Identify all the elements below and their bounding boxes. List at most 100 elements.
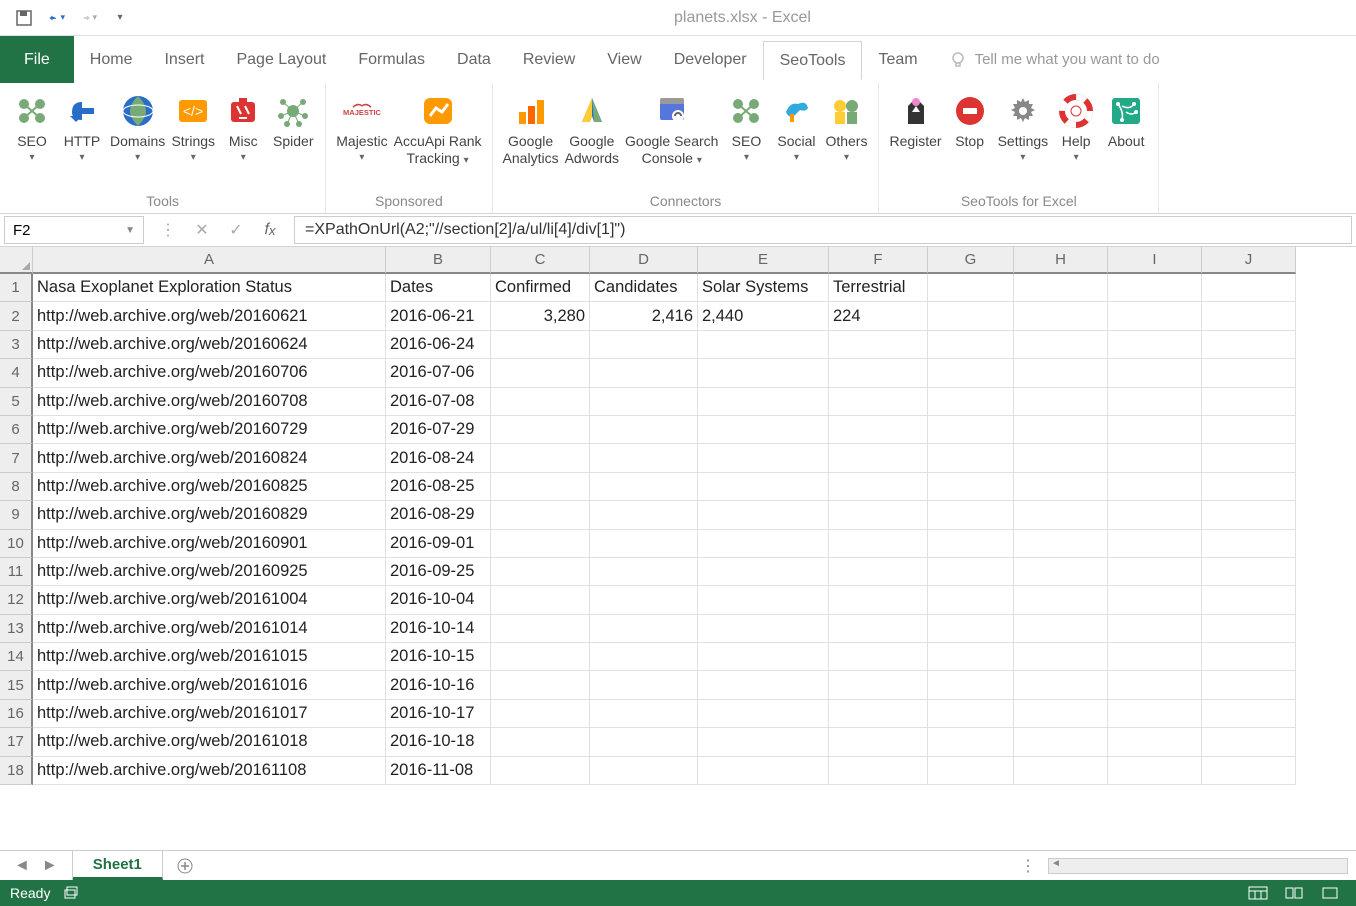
cell[interactable] <box>1014 473 1108 501</box>
tell-me-search[interactable]: Tell me what you want to do <box>949 51 1160 69</box>
cell[interactable] <box>928 586 1014 614</box>
cell[interactable] <box>928 643 1014 671</box>
col-header-B[interactable]: B <box>386 247 491 274</box>
cell[interactable]: http://web.archive.org/web/20160621 <box>33 302 386 330</box>
cell[interactable]: http://web.archive.org/web/20160708 <box>33 388 386 416</box>
cell[interactable] <box>590 473 698 501</box>
cell[interactable]: 2016-09-25 <box>386 558 491 586</box>
cell[interactable] <box>1202 700 1296 728</box>
cell[interactable] <box>590 757 698 785</box>
cell[interactable] <box>491 530 590 558</box>
cell[interactable]: 2016-10-18 <box>386 728 491 756</box>
cell[interactable] <box>928 359 1014 387</box>
col-header-I[interactable]: I <box>1108 247 1202 274</box>
cell[interactable]: 2016-10-16 <box>386 671 491 699</box>
cell[interactable] <box>1202 501 1296 529</box>
col-header-G[interactable]: G <box>928 247 1014 274</box>
cell[interactable] <box>491 643 590 671</box>
cell[interactable] <box>491 388 590 416</box>
tab-developer[interactable]: Developer <box>658 40 763 79</box>
row-header-5[interactable]: 5 <box>0 388 33 416</box>
col-header-J[interactable]: J <box>1202 247 1296 274</box>
cell[interactable] <box>1108 700 1202 728</box>
cell[interactable]: 2016-07-06 <box>386 359 491 387</box>
tab-review[interactable]: Review <box>507 40 591 79</box>
ribbon-strings[interactable]: </>Strings▾ <box>169 87 217 167</box>
cell[interactable]: http://web.archive.org/web/20161018 <box>33 728 386 756</box>
cell[interactable] <box>928 501 1014 529</box>
cell[interactable]: Nasa Exoplanet Exploration Status <box>33 274 386 302</box>
cell[interactable]: Candidates <box>590 274 698 302</box>
sheet-tab-sheet1[interactable]: Sheet1 <box>73 851 163 880</box>
cell[interactable] <box>829 473 928 501</box>
cell[interactable] <box>491 558 590 586</box>
cell[interactable] <box>698 558 829 586</box>
cell[interactable] <box>1202 643 1296 671</box>
cell[interactable] <box>928 558 1014 586</box>
cell[interactable]: http://web.archive.org/web/20161014 <box>33 615 386 643</box>
cell[interactable] <box>1014 416 1108 444</box>
cell[interactable] <box>1108 473 1202 501</box>
cell[interactable] <box>1202 359 1296 387</box>
cell[interactable] <box>1202 274 1296 302</box>
cell[interactable]: 2016-08-25 <box>386 473 491 501</box>
cell[interactable] <box>698 444 829 472</box>
cell[interactable] <box>1108 671 1202 699</box>
cell[interactable] <box>698 615 829 643</box>
cell[interactable] <box>698 359 829 387</box>
cell[interactable] <box>1014 700 1108 728</box>
cell[interactable] <box>829 359 928 387</box>
cell[interactable]: 2016-10-15 <box>386 643 491 671</box>
ribbon-domains[interactable]: Domains▾ <box>108 87 167 167</box>
ribbon-misc[interactable]: Misc▾ <box>219 87 267 167</box>
cell[interactable]: 2016-08-24 <box>386 444 491 472</box>
cell[interactable] <box>1014 615 1108 643</box>
cell[interactable] <box>1014 586 1108 614</box>
cell[interactable] <box>1014 728 1108 756</box>
cell[interactable] <box>590 700 698 728</box>
file-tab[interactable]: File <box>0 36 74 83</box>
ribbon-majestic[interactable]: MAJESTICMajestic▾ <box>334 87 389 167</box>
row-header-18[interactable]: 18 <box>0 757 33 785</box>
cell[interactable]: 3,280 <box>491 302 590 330</box>
cell[interactable] <box>698 473 829 501</box>
cell[interactable] <box>590 728 698 756</box>
cell[interactable] <box>928 331 1014 359</box>
redo-icon[interactable]: ▾ <box>79 9 97 27</box>
col-header-H[interactable]: H <box>1014 247 1108 274</box>
horizontal-scrollbar[interactable] <box>1048 858 1348 874</box>
cell[interactable] <box>829 530 928 558</box>
cell[interactable] <box>928 274 1014 302</box>
cell[interactable] <box>928 615 1014 643</box>
cell[interactable] <box>829 416 928 444</box>
cell[interactable] <box>1014 671 1108 699</box>
ribbon-google-search-console[interactable]: Google SearchConsole ▾ <box>623 87 720 171</box>
cell[interactable] <box>928 671 1014 699</box>
tab-seotools[interactable]: SeoTools <box>763 41 863 80</box>
cell[interactable] <box>928 444 1014 472</box>
col-header-D[interactable]: D <box>590 247 698 274</box>
cell[interactable] <box>1202 388 1296 416</box>
cell[interactable]: Confirmed <box>491 274 590 302</box>
cell[interactable] <box>1108 530 1202 558</box>
cell[interactable]: Dates <box>386 274 491 302</box>
row-header-3[interactable]: 3 <box>0 331 33 359</box>
cell[interactable] <box>1108 615 1202 643</box>
cell[interactable] <box>829 388 928 416</box>
cell[interactable]: http://web.archive.org/web/20160824 <box>33 444 386 472</box>
cell[interactable] <box>491 671 590 699</box>
cell[interactable]: http://web.archive.org/web/20161004 <box>33 586 386 614</box>
cell[interactable] <box>590 530 698 558</box>
cell[interactable] <box>698 586 829 614</box>
cell[interactable] <box>1202 473 1296 501</box>
cell[interactable]: 2016-06-24 <box>386 331 491 359</box>
next-sheet-icon[interactable]: ► <box>42 857 58 875</box>
cell[interactable]: 2016-09-01 <box>386 530 491 558</box>
cell[interactable] <box>1014 530 1108 558</box>
ribbon-seo[interactable]: SEO▾ <box>722 87 770 167</box>
cell[interactable] <box>590 331 698 359</box>
cell[interactable]: 2,440 <box>698 302 829 330</box>
cell[interactable] <box>491 501 590 529</box>
cell[interactable] <box>698 671 829 699</box>
cell[interactable] <box>491 615 590 643</box>
